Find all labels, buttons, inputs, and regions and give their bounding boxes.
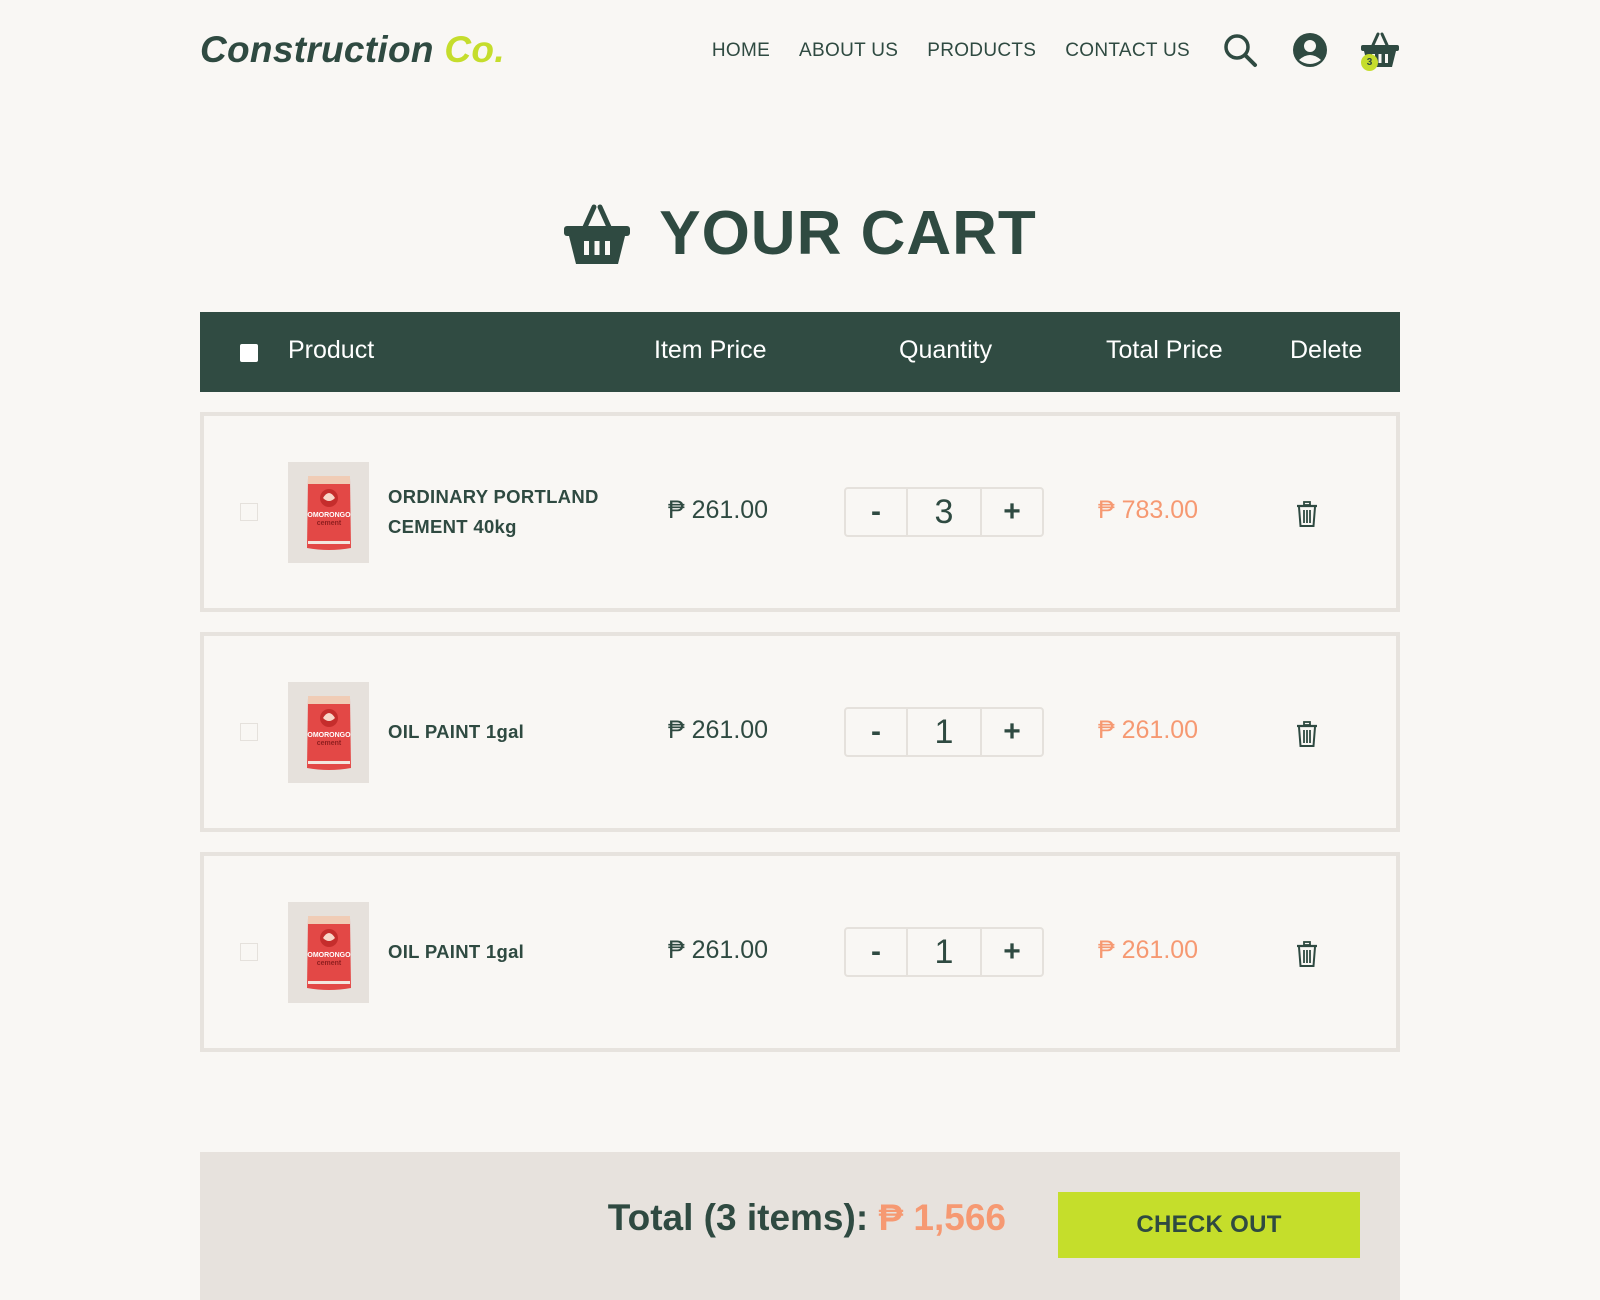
svg-text:OMORONGO: OMORONGO — [307, 512, 351, 519]
cart-row: OMORONGO cement OIL PAINT 1gal ₱ 261.00 … — [200, 632, 1400, 832]
nav-contact-us[interactable]: CONTACT US — [1065, 40, 1190, 62]
product-name[interactable]: OIL PAINT 1gal — [388, 717, 628, 747]
item-price: ₱ 261.00 — [668, 716, 769, 744]
nav-about-us[interactable]: ABOUT US — [799, 40, 898, 62]
cart-total: Total (3 items): ₱ 1,566 — [608, 1197, 1006, 1239]
cart-row: OMORONGO cement ORDINARY PORTLAND CEMENT… — [200, 412, 1400, 612]
basket-icon — [564, 204, 631, 264]
quantity-value[interactable]: 3 — [906, 489, 982, 535]
page-title-row: YOUR CART — [200, 196, 1400, 271]
row-select-checkbox[interactable] — [240, 723, 258, 741]
svg-text:OMORONGO: OMORONGO — [307, 952, 351, 959]
column-header-product: Product — [288, 336, 375, 364]
cart-table-header: Product Item Price Quantity Total Price … — [200, 312, 1400, 392]
logo-suffix: Co. — [444, 29, 505, 70]
column-header-item-price: Item Price — [654, 336, 767, 364]
increment-button[interactable]: + — [982, 709, 1042, 755]
total-price: ₱ 261.00 — [1098, 936, 1199, 964]
product-name[interactable]: OIL PAINT 1gal — [388, 937, 628, 967]
page: Construction Co. HOME ABOUT US PRODUCTS … — [200, 0, 1400, 1300]
cart-total-amount: ₱ 1,566 — [878, 1197, 1006, 1238]
product-thumbnail[interactable]: OMORONGO cement — [288, 462, 369, 563]
svg-text:OMORONGO: OMORONGO — [307, 732, 351, 739]
quantity-stepper: - 3 + — [844, 487, 1044, 537]
column-header-delete: Delete — [1290, 336, 1363, 364]
trash-icon[interactable] — [1293, 500, 1321, 528]
cart-count-badge: 3 — [1361, 54, 1378, 71]
product-name-line: OIL PAINT 1gal — [388, 721, 525, 742]
column-header-quantity: Quantity — [899, 336, 993, 364]
total-price: ₱ 261.00 — [1098, 716, 1199, 744]
product-name-line: ORDINARY PORTLAND — [388, 486, 599, 507]
quantity-stepper: - 1 + — [844, 927, 1044, 977]
cart-row: OMORONGO cement OIL PAINT 1gal ₱ 261.00 … — [200, 852, 1400, 1052]
row-select-checkbox[interactable] — [240, 943, 258, 961]
checkout-button[interactable]: CHECK OUT — [1058, 1192, 1360, 1258]
product-name-line: OIL PAINT 1gal — [388, 941, 525, 962]
cart-button[interactable]: 3 — [1360, 30, 1400, 71]
increment-button[interactable]: + — [982, 929, 1042, 975]
row-select-checkbox[interactable] — [240, 503, 258, 521]
svg-text:cement: cement — [316, 740, 341, 747]
svg-text:cement: cement — [316, 960, 341, 967]
decrement-button[interactable]: - — [846, 489, 906, 535]
item-price: ₱ 261.00 — [668, 496, 769, 524]
product-name-line: CEMENT 40kg — [388, 516, 517, 537]
quantity-stepper: - 1 + — [844, 707, 1044, 757]
logo-name: Construction — [200, 29, 434, 70]
page-title: YOUR CART — [659, 199, 1037, 268]
logo[interactable]: Construction Co. — [200, 29, 505, 71]
decrement-button[interactable]: - — [846, 709, 906, 755]
user-circle-icon[interactable] — [1290, 30, 1330, 70]
trash-icon[interactable] — [1293, 940, 1321, 968]
quantity-value[interactable]: 1 — [906, 929, 982, 975]
decrement-button[interactable]: - — [846, 929, 906, 975]
svg-text:cement: cement — [316, 520, 341, 527]
nav-home[interactable]: HOME — [712, 40, 770, 62]
product-thumbnail[interactable]: OMORONGO cement — [288, 902, 369, 1003]
search-icon[interactable] — [1220, 30, 1260, 70]
quantity-value[interactable]: 1 — [906, 709, 982, 755]
nav-products[interactable]: PRODUCTS — [927, 40, 1036, 62]
main-nav: HOME ABOUT US PRODUCTS CONTACT US — [712, 40, 1190, 62]
cart-total-label: Total (3 items): — [607, 1197, 869, 1238]
column-header-total-price: Total Price — [1106, 336, 1223, 364]
trash-icon[interactable] — [1293, 720, 1321, 748]
item-price: ₱ 261.00 — [668, 936, 769, 964]
product-name[interactable]: ORDINARY PORTLAND CEMENT 40kg — [388, 482, 628, 542]
total-price: ₱ 783.00 — [1098, 496, 1199, 524]
product-thumbnail[interactable]: OMORONGO cement — [288, 682, 369, 783]
select-all-checkbox[interactable] — [240, 344, 258, 362]
increment-button[interactable]: + — [982, 489, 1042, 535]
cart-summary-bar: Total (3 items): ₱ 1,566 CHECK OUT — [200, 1152, 1400, 1300]
site-header: Construction Co. HOME ABOUT US PRODUCTS … — [200, 26, 1400, 78]
